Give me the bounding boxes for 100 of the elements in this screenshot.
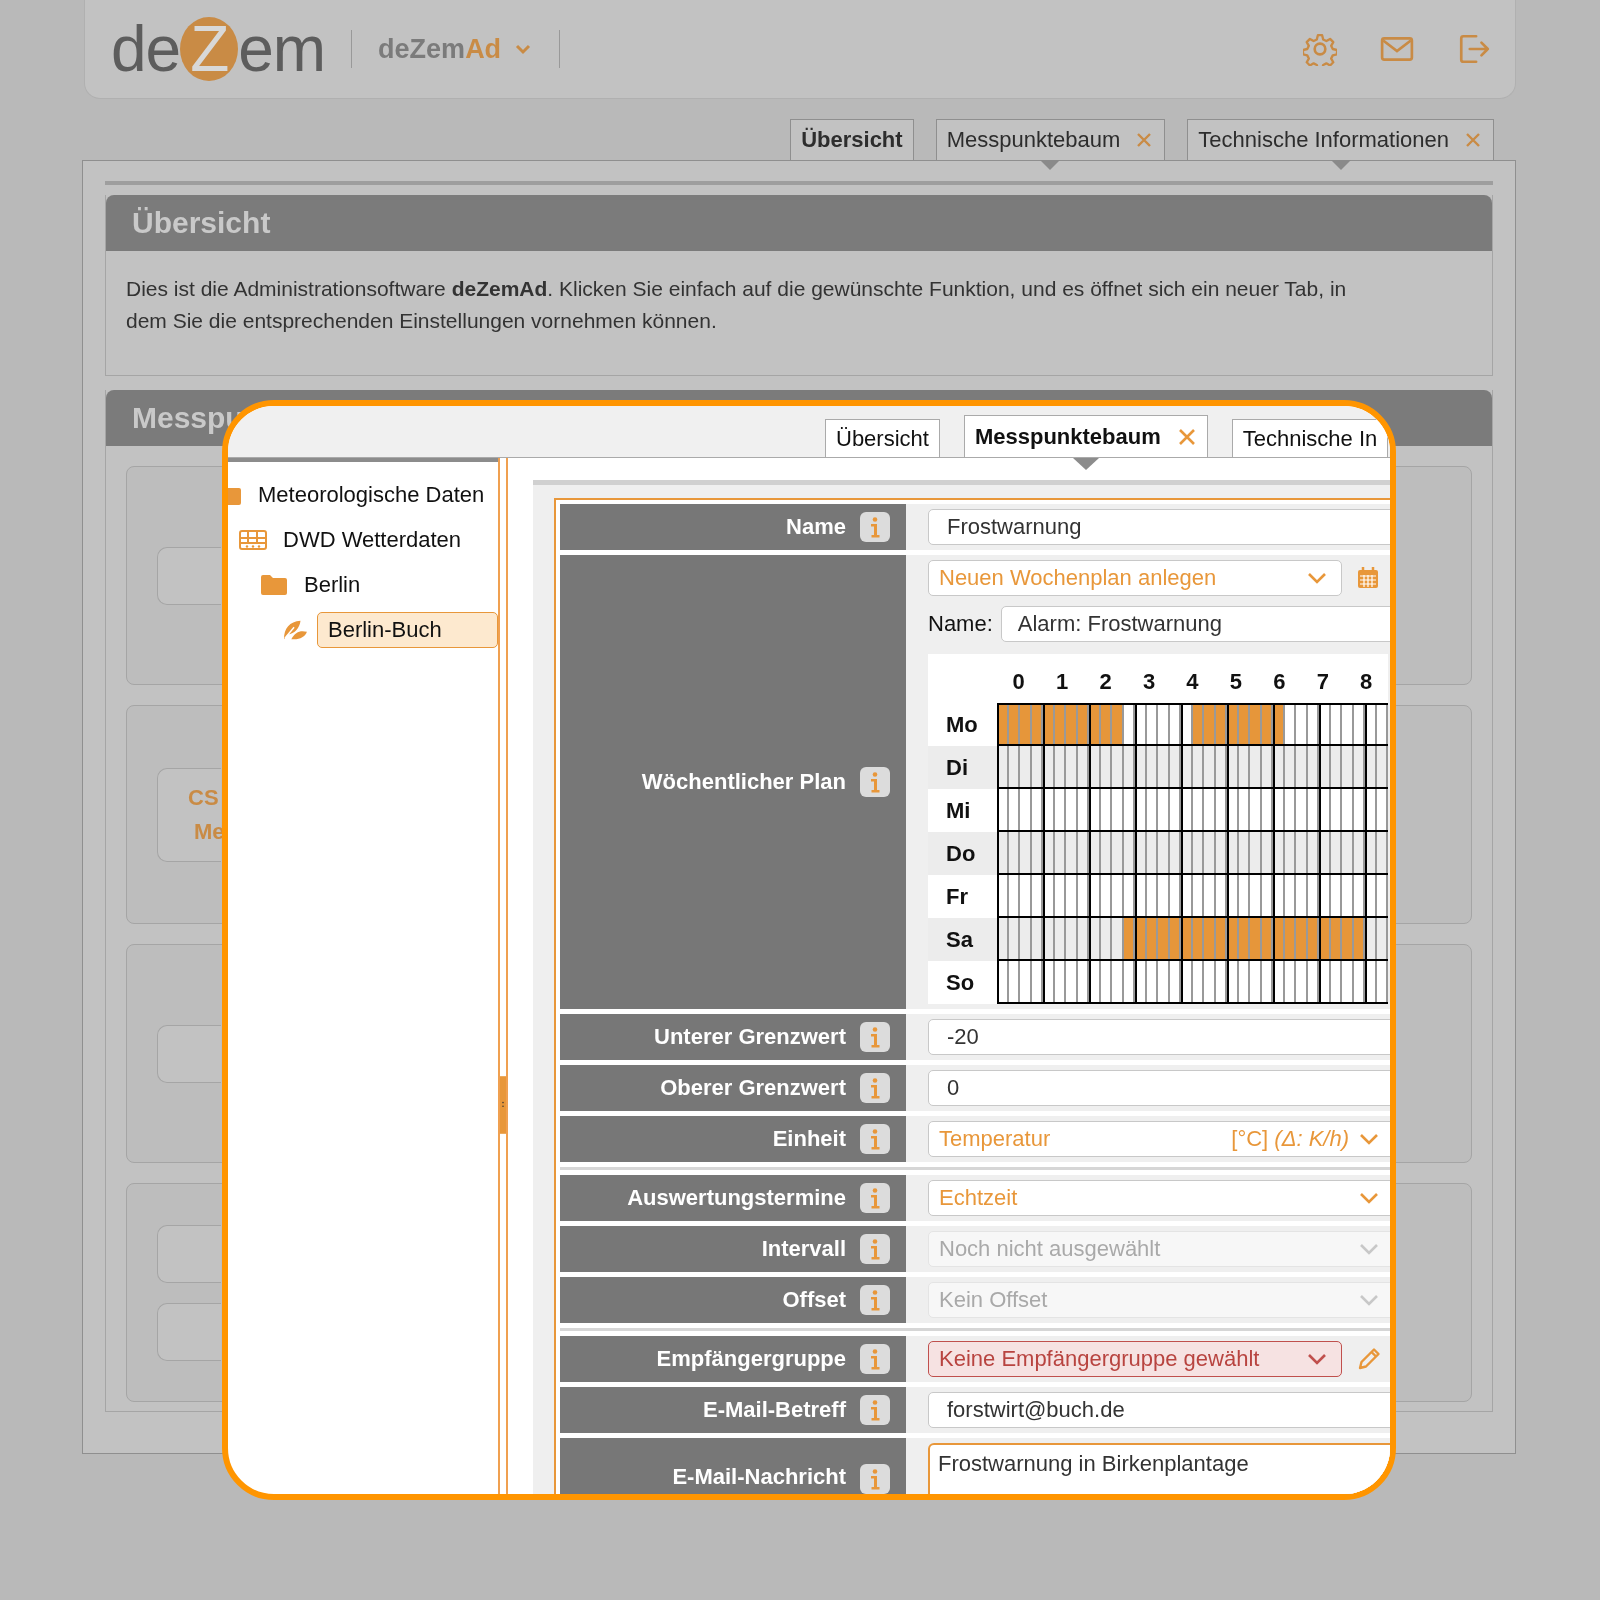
schedule-slot[interactable] [1227, 875, 1239, 916]
schedule-slot[interactable] [997, 705, 1009, 744]
schedule-slot[interactable] [1043, 746, 1055, 787]
schedule-slot[interactable] [997, 789, 1009, 830]
logout-icon[interactable] [1457, 32, 1491, 66]
schedule-slot[interactable] [1181, 918, 1193, 959]
schedule-slot[interactable] [1043, 705, 1055, 744]
schedule-slot[interactable] [1365, 705, 1377, 744]
pencil-icon[interactable] [1356, 1346, 1382, 1372]
info-icon[interactable] [860, 1344, 890, 1374]
schedule-slot[interactable] [1319, 961, 1331, 1002]
info-icon[interactable] [860, 1124, 890, 1154]
tab[interactable]: Übersicht [790, 119, 914, 160]
schedule-slot[interactable] [1089, 705, 1101, 744]
schedule-slot[interactable] [1135, 789, 1147, 830]
schedule-slot[interactable] [1273, 961, 1285, 1002]
schedule-slot[interactable] [1181, 789, 1193, 830]
schedule-slot[interactable] [1273, 789, 1285, 830]
schedule-slot[interactable] [1227, 961, 1239, 1002]
schedule-slot[interactable] [1319, 789, 1331, 830]
info-icon[interactable] [860, 1395, 890, 1425]
schedule-slot[interactable] [1365, 789, 1377, 830]
schedule-slot[interactable] [1043, 789, 1055, 830]
schedule-slot[interactable] [1181, 746, 1193, 787]
schedule-slot[interactable] [1135, 832, 1147, 873]
text-field[interactable]: -20 [928, 1019, 1390, 1055]
schedule-slot[interactable] [1135, 746, 1147, 787]
schedule-slot[interactable] [1319, 746, 1331, 787]
schedule-slot[interactable] [1089, 789, 1101, 830]
schedule-slot[interactable] [1089, 961, 1101, 1002]
schedule-slot[interactable] [997, 961, 1009, 1002]
text-field[interactable]: Frostwarnung [928, 509, 1390, 545]
schedule-slot[interactable] [1181, 832, 1193, 873]
schedule-slot[interactable] [997, 918, 1009, 959]
schedule-slot[interactable] [1227, 832, 1239, 873]
schedule-slot[interactable] [1273, 705, 1285, 744]
schedule-slot[interactable] [1135, 875, 1147, 916]
schedule-slot[interactable] [1043, 832, 1055, 873]
schedule-slot[interactable] [1043, 918, 1055, 959]
tree-item[interactable]: Meteorologische Daten [250, 476, 493, 513]
settings-icon[interactable] [1303, 32, 1337, 66]
schedule-slot[interactable] [997, 746, 1009, 787]
schedule-slot[interactable] [1089, 832, 1101, 873]
calendar-icon[interactable] [1356, 566, 1380, 590]
chevron-down-icon [1359, 1132, 1379, 1146]
schedule-slot[interactable] [1089, 918, 1101, 959]
info-icon[interactable] [860, 1073, 890, 1103]
info-icon[interactable] [860, 767, 890, 797]
schedule-slot[interactable] [1227, 705, 1239, 744]
schedule-slot[interactable] [1135, 961, 1147, 1002]
info-icon[interactable] [860, 512, 890, 542]
schedule-slot[interactable] [1365, 746, 1377, 787]
plan-name-field[interactable]: Alarm: Frostwarnung [1000, 606, 1390, 642]
text-field[interactable]: forstwirt@buch.de [928, 1392, 1390, 1428]
schedule-slot[interactable] [1273, 832, 1285, 873]
schedule-slot[interactable] [1043, 875, 1055, 916]
info-icon[interactable] [860, 1022, 890, 1052]
tree-item[interactable]: DWD Wetterdaten [275, 521, 470, 558]
chevron-down-icon [1359, 1242, 1379, 1256]
tab[interactable]: Messpunktebaum [935, 119, 1166, 160]
schedule-slot[interactable] [1181, 961, 1193, 1002]
schedule-slot[interactable] [997, 832, 1009, 873]
schedule-slot[interactable] [1135, 705, 1147, 744]
dropdown[interactable]: Keine Empfängergruppe gewählt [928, 1341, 1342, 1377]
info-icon[interactable] [860, 1234, 890, 1264]
day-label: Mi [945, 797, 972, 824]
info-icon[interactable] [860, 1464, 890, 1494]
tree-item[interactable]: Berlin [296, 566, 369, 603]
schedule-slot[interactable] [1319, 705, 1331, 744]
schedule-slot[interactable] [1227, 789, 1239, 830]
schedule-slot[interactable] [1043, 961, 1055, 1002]
schedule-slot[interactable] [1365, 961, 1377, 1002]
schedule-slot[interactable] [1089, 746, 1101, 787]
schedule-slot[interactable] [1273, 918, 1285, 959]
schedule-slot[interactable] [1365, 875, 1377, 916]
schedule-slot[interactable] [1273, 746, 1285, 787]
schedule-slot[interactable] [1181, 875, 1193, 916]
schedule-slot[interactable] [1365, 832, 1377, 873]
schedule-slot[interactable] [1319, 832, 1331, 873]
schedule-slot[interactable] [1227, 746, 1239, 787]
schedule-slot[interactable] [1365, 918, 1377, 959]
schedule-slot[interactable] [1135, 918, 1147, 959]
info-icon[interactable] [860, 1183, 890, 1213]
schedule-slot[interactable] [1319, 875, 1331, 916]
close-icon[interactable] [1176, 426, 1197, 447]
tab[interactable]: Messpunktebaum [963, 415, 1208, 457]
schedule-slot[interactable] [1319, 918, 1331, 959]
day-label: So [945, 969, 976, 996]
text-field[interactable]: 0 [928, 1070, 1390, 1106]
schedule-slot[interactable] [1089, 875, 1101, 916]
info-icon[interactable] [860, 1285, 890, 1315]
hour-label: 5 [1228, 668, 1244, 695]
schedule-slot[interactable] [1273, 875, 1285, 916]
message-field[interactable]: Frostwarnung in Birkenplantage [928, 1443, 1390, 1494]
schedule-slot[interactable] [1227, 918, 1239, 959]
schedule-slot[interactable] [997, 875, 1009, 916]
tab[interactable]: Technische Informationen [1187, 119, 1494, 160]
tree-item[interactable]: Berlin-Buch [317, 611, 498, 648]
tab[interactable]: Technische In [1231, 419, 1389, 457]
tab[interactable]: Übersicht [825, 419, 940, 457]
